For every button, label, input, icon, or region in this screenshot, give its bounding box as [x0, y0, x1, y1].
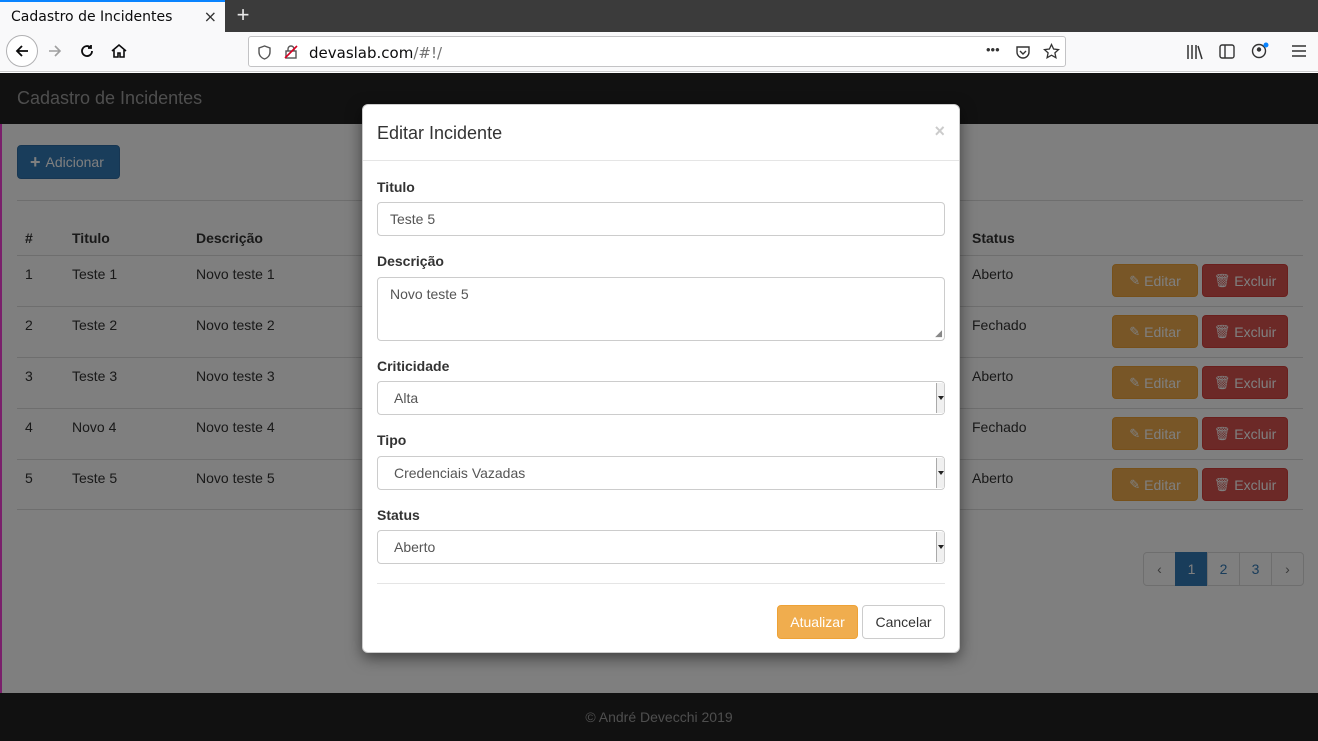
back-button[interactable] — [6, 35, 38, 67]
left-edge-accent — [0, 124, 2, 693]
forward-button[interactable] — [40, 36, 70, 66]
criticidade-value: Alta — [394, 390, 419, 406]
browser-tab[interactable]: Cadastro de Incidentes × — [0, 0, 225, 32]
status-select[interactable]: Aberto — [377, 530, 945, 564]
tipo-select[interactable]: Credenciais Vazadas — [377, 456, 945, 490]
reload-icon — [81, 45, 93, 57]
modal-footer-divider — [377, 583, 945, 584]
arrow-left-icon — [15, 45, 28, 57]
page-actions-icon[interactable]: ••• — [986, 42, 1000, 57]
menu-hamburger-icon[interactable] — [1292, 45, 1306, 57]
cancel-button[interactable]: Cancelar — [862, 605, 945, 639]
select-arrow-icon — [936, 532, 944, 562]
descricao-label: Descrição — [377, 253, 444, 269]
select-arrow-icon — [936, 383, 944, 413]
arrow-right-icon — [49, 45, 62, 57]
tab-title: Cadastro de Incidentes — [11, 9, 173, 25]
criticidade-label: Criticidade — [377, 358, 450, 374]
descricao-textarea[interactable]: Novo teste 5 ◢ — [377, 277, 945, 341]
pocket-icon[interactable] — [1015, 44, 1031, 60]
url-text: devaslab.com/#!/ — [309, 44, 442, 62]
status-value: Aberto — [394, 539, 436, 555]
tipo-label: Tipo — [377, 432, 407, 448]
titulo-input[interactable] — [377, 202, 945, 236]
insecure-lock-icon — [284, 45, 298, 59]
tipo-value: Credenciais Vazadas — [394, 465, 526, 481]
library-icon[interactable] — [1186, 44, 1204, 60]
status-label: Status — [377, 507, 420, 523]
home-icon — [111, 43, 127, 58]
modal-close-icon[interactable]: × — [934, 121, 945, 142]
account-icon[interactable] — [1251, 42, 1269, 60]
modal-header: Editar Incidente × — [363, 105, 959, 161]
reload-button[interactable] — [72, 36, 102, 66]
home-button[interactable] — [104, 36, 134, 66]
modal-title: Editar Incidente — [377, 123, 503, 143]
address-bar[interactable]: devaslab.com/#!/ ••• — [248, 36, 1066, 67]
browser-toolbar: devaslab.com/#!/ ••• — [0, 32, 1318, 72]
update-button[interactable]: Atualizar — [777, 605, 858, 639]
edit-incident-modal: Editar Incidente × Titulo Descrição Novo… — [362, 104, 960, 653]
close-tab-icon[interactable]: × — [204, 7, 217, 26]
url-host: devaslab.com — [309, 44, 414, 62]
new-tab-button[interactable]: + — [232, 2, 254, 28]
web-page: Cadastro de Incidentes + Adicionar # Tit… — [0, 73, 1318, 741]
browser-tab-bar: Cadastro de Incidentes × + — [0, 0, 1318, 32]
titulo-label: Titulo — [377, 179, 415, 195]
resize-grip-icon[interactable]: ◢ — [935, 328, 942, 339]
select-arrow-icon — [936, 458, 944, 488]
bookmark-star-icon[interactable] — [1043, 43, 1060, 60]
criticidade-select[interactable]: Alta — [377, 381, 945, 415]
sidebar-icon[interactable] — [1219, 44, 1235, 59]
descricao-value: Novo teste 5 — [390, 286, 469, 302]
url-path: /#!/ — [413, 44, 443, 62]
shield-icon — [258, 45, 271, 60]
